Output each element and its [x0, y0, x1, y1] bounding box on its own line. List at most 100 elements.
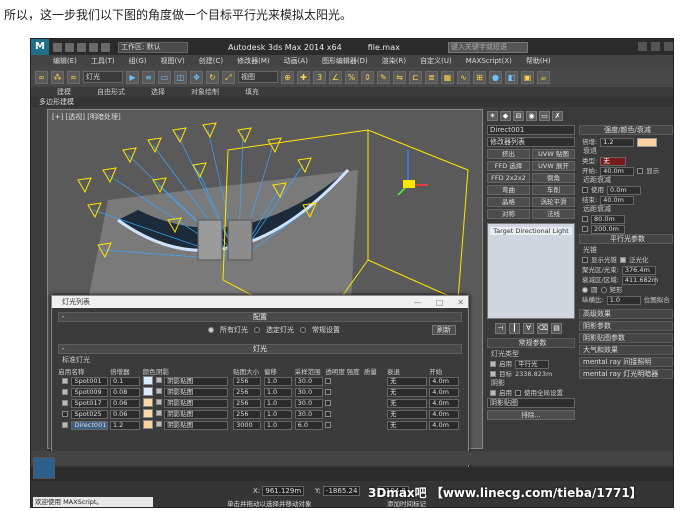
rect-select-icon[interactable]: ▭ — [158, 70, 171, 84]
modifier-list-select[interactable]: 修改器列表 — [487, 137, 575, 147]
manipulate-icon[interactable]: ✚ — [297, 70, 310, 84]
layer-manager-icon[interactable]: ≣ — [425, 70, 438, 84]
bind-space-warp-icon[interactable]: ≈ — [67, 70, 80, 84]
mod-btn-lathe[interactable]: 车削 — [532, 185, 575, 195]
light-map-size-input[interactable]: 256 — [233, 399, 262, 408]
decay-show-checkbox[interactable] — [637, 168, 644, 174]
all-lights-radio[interactable] — [208, 327, 214, 333]
light-enabled-checkbox[interactable] — [61, 421, 68, 428]
ribbon-tab-object-paint[interactable]: 对象绘制 — [191, 87, 219, 97]
workspace-select[interactable]: 工作区: 默认 — [118, 41, 188, 53]
make-unique-icon[interactable]: ∀ — [523, 323, 534, 334]
pin-stack-icon[interactable]: ⊣ — [495, 323, 506, 334]
mod-btn-ffd[interactable]: FFD 2x2x2 — [487, 173, 530, 183]
menu-group[interactable]: 组(G) — [129, 56, 147, 66]
menu-customize[interactable]: 自定义(U) — [420, 56, 452, 66]
mod-btn-symmetry[interactable]: 对称 — [487, 209, 530, 219]
mod-btn-ffd-select[interactable]: FFD 选择 — [487, 161, 530, 171]
light-shadow-select[interactable]: 阴影贴图 — [164, 399, 229, 408]
schematic-view-icon[interactable]: ⊞ — [473, 70, 486, 84]
light-sample-input[interactable]: 30.0 — [294, 399, 323, 408]
undo-icon[interactable] — [89, 42, 98, 52]
light-enabled-checkbox[interactable] — [61, 399, 68, 406]
maxscript-listener[interactable]: 欢迎使用 MAXScript。 — [33, 497, 153, 507]
dialog-title-bar[interactable]: 灯光列表 — □ ✕ — [52, 296, 468, 308]
y-coord-input[interactable]: -1865.24 — [322, 486, 361, 496]
mod-btn-uvw-unwrap[interactable]: UVW 展开 — [532, 161, 575, 171]
select-object-icon[interactable]: ▶ — [126, 70, 139, 84]
remove-modifier-icon[interactable]: ⌫ — [537, 323, 548, 334]
light-bias-input[interactable]: 1.0 — [263, 388, 292, 397]
pivot-center-icon[interactable]: ⊕ — [281, 70, 294, 84]
far-show-checkbox[interactable] — [582, 226, 588, 232]
track-bar[interactable] — [31, 467, 673, 481]
light-bias-input[interactable]: 1.0 — [263, 410, 292, 419]
light-multiplier-input[interactable]: 1.2 — [109, 421, 140, 430]
select-scale-icon[interactable]: ⤢ — [222, 70, 235, 84]
menu-modifiers[interactable]: 修改器(M) — [237, 56, 270, 66]
general-settings-radio[interactable] — [300, 327, 306, 333]
light-on-checkbox[interactable] — [490, 361, 496, 367]
light-row[interactable]: Spot025 0.06 阴影贴图 256 1.0 30.0 无 4.0m — [58, 409, 462, 420]
rollout-mr-indirect[interactable]: mental ray 间接照明 — [579, 357, 673, 367]
light-shadow-checkbox[interactable] — [156, 388, 163, 394]
minimize-icon[interactable] — [638, 42, 647, 51]
light-name[interactable]: Spot001 — [71, 377, 109, 386]
mod-btn-normal[interactable]: 法线 — [532, 209, 575, 219]
open-file-icon[interactable] — [65, 42, 74, 52]
light-name[interactable]: Direct001 — [71, 421, 109, 430]
bitmap-fit-button[interactable]: 位图拟合 — [644, 295, 670, 305]
app-logo-icon[interactable]: M — [31, 39, 49, 55]
near-use-checkbox[interactable] — [582, 187, 588, 193]
light-start-input[interactable]: 4.0m — [429, 410, 460, 419]
light-name[interactable]: Spot017 — [71, 399, 109, 408]
save-file-icon[interactable] — [77, 42, 86, 52]
stack-item[interactable]: Target Directional Light — [490, 227, 572, 235]
menu-views[interactable]: 视图(V) — [161, 56, 185, 66]
light-color-swatch[interactable] — [142, 398, 153, 407]
shadow-on-checkbox[interactable] — [490, 390, 496, 396]
hierarchy-tab-icon[interactable]: ⊟ — [513, 111, 524, 121]
light-transparency-checkbox[interactable] — [325, 410, 332, 417]
display-tab-icon[interactable]: ▭ — [539, 111, 550, 121]
decay-start-input[interactable]: 40.0m — [600, 166, 635, 176]
menu-graph-editors[interactable]: 图形编辑器(D) — [322, 56, 368, 66]
light-map-size-input[interactable]: 256 — [233, 388, 262, 397]
light-decay-select[interactable]: 无 — [386, 421, 427, 430]
light-multiplier-input[interactable]: 0.08 — [109, 388, 140, 397]
snap-toggle-icon[interactable]: 3 — [313, 70, 326, 84]
general-params-rollout[interactable]: 常规参数 — [487, 338, 575, 348]
light-enabled-checkbox[interactable] — [61, 377, 68, 384]
render-production-icon[interactable]: ☕ — [537, 70, 550, 84]
light-shadow-checkbox[interactable] — [156, 399, 163, 405]
light-transparency-checkbox[interactable] — [325, 377, 332, 384]
light-shadow-checkbox[interactable] — [156, 421, 163, 427]
light-color-swatch[interactable] — [142, 376, 153, 385]
light-multiplier-input[interactable]: 0.1 — [109, 377, 140, 386]
utilities-tab-icon[interactable]: ✗ — [552, 111, 563, 121]
light-shadow-select[interactable]: 阴影贴图 — [164, 388, 229, 397]
overshoot-checkbox[interactable] — [620, 257, 626, 263]
rect-radio[interactable] — [600, 287, 607, 293]
light-decay-select[interactable]: 无 — [386, 377, 427, 386]
light-shadow-checkbox[interactable] — [156, 377, 163, 383]
mod-btn-extrude[interactable]: 挤出 — [487, 149, 530, 159]
config-rollout[interactable]: - 配置 — [58, 312, 462, 322]
menu-rendering[interactable]: 渲染(R) — [382, 56, 406, 66]
ref-coord-select[interactable]: 视图 — [238, 71, 278, 83]
global-settings-checkbox[interactable] — [515, 390, 521, 396]
light-bias-input[interactable]: 1.0 — [263, 421, 292, 430]
light-icon[interactable] — [403, 180, 415, 188]
intensity-rollout[interactable]: 强度/颜色/衰减 — [579, 125, 673, 135]
dialog-close-icon[interactable]: ✕ — [457, 297, 464, 309]
light-color-swatch[interactable] — [637, 137, 658, 147]
modifier-stack[interactable]: Target Directional Light — [487, 223, 575, 319]
ribbon-tab-freeform[interactable]: 自由形式 — [97, 87, 125, 97]
target-checkbox[interactable] — [490, 371, 496, 377]
ribbon-tab-modeling[interactable]: 建模 — [57, 87, 71, 97]
ribbon-tab-populate[interactable]: 填充 — [245, 87, 259, 97]
light-transparency-checkbox[interactable] — [325, 399, 332, 406]
light-shadow-checkbox[interactable] — [156, 410, 163, 416]
graphite-toggle-icon[interactable]: ▦ — [441, 70, 454, 84]
far-end-input[interactable]: 200.0m — [591, 224, 625, 234]
